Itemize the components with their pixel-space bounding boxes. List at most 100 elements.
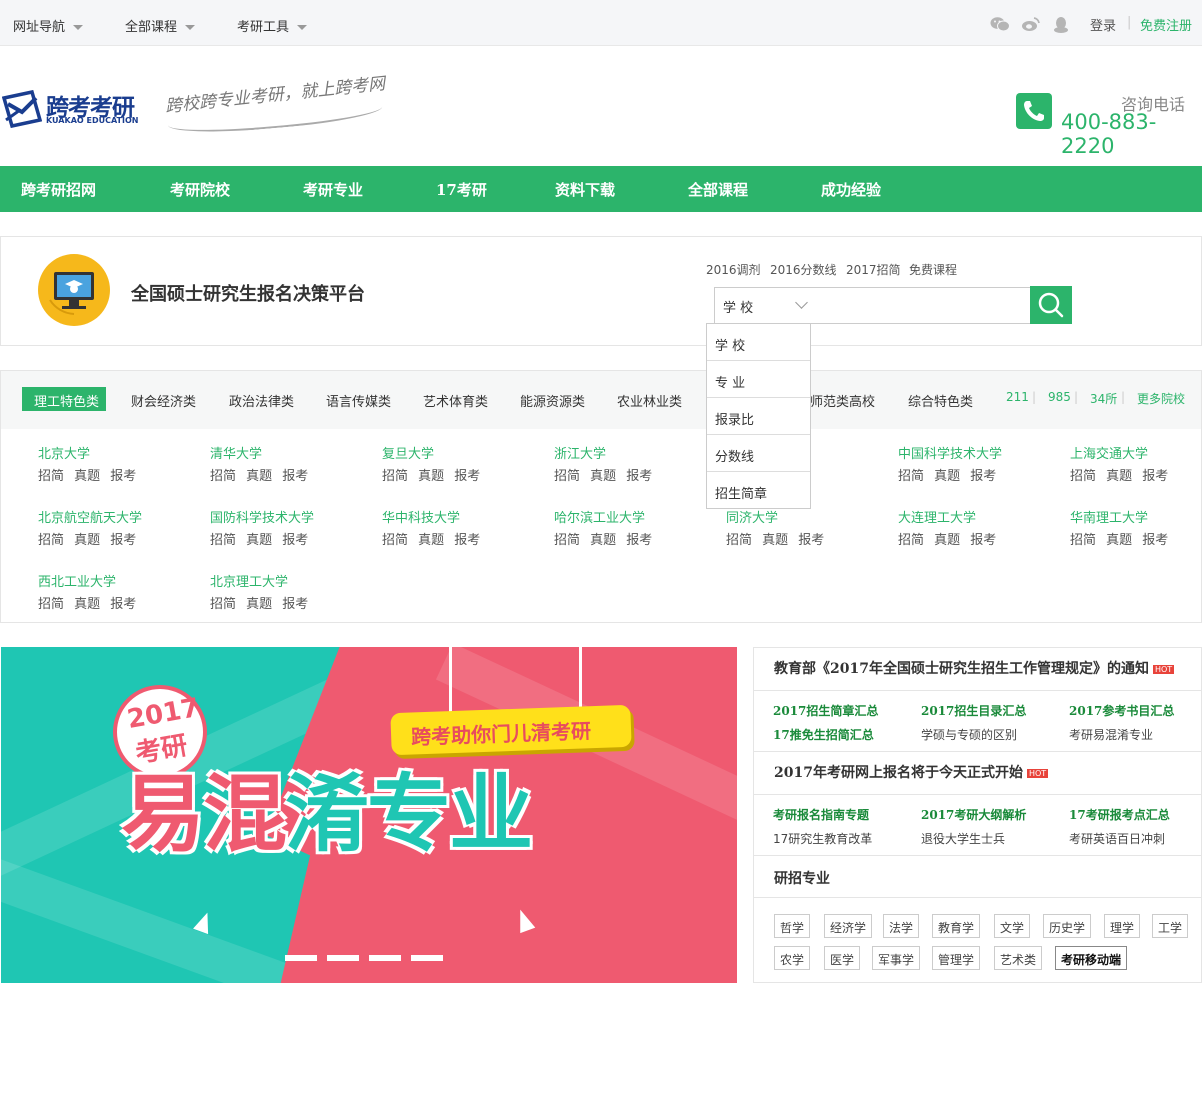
nav-17kaoyan[interactable]: 17考研: [436, 179, 487, 200]
link-211[interactable]: 211: [1006, 390, 1029, 404]
major-tag[interactable]: 军事学: [872, 946, 921, 970]
university-name[interactable]: 中国科学技术大学: [898, 443, 1002, 462]
news-headline-2[interactable]: 2017年考研网上报名将于今天正式开始 HOT: [774, 762, 1049, 782]
university-links[interactable]: 招简 真题 报考: [554, 465, 652, 484]
university-name[interactable]: 哈尔滨工业大学: [554, 507, 645, 526]
all-courses-menu[interactable]: 全部课程: [125, 16, 196, 35]
dropdown-option-scoreline[interactable]: 分数线: [707, 435, 810, 472]
major-tag[interactable]: 历史学: [1043, 914, 1092, 938]
wechat-icon[interactable]: [990, 16, 1010, 32]
tab-agriculture[interactable]: 农业林业类: [617, 391, 682, 410]
quick-link-tiaoji[interactable]: 2016调剂: [706, 261, 761, 278]
quick-link-zhaojian[interactable]: 2017招简: [846, 261, 901, 278]
major-tag[interactable]: 哲学: [774, 914, 811, 938]
carousel-dot[interactable]: [411, 955, 443, 961]
university-name[interactable]: 大连理工大学: [898, 507, 976, 526]
nav-all-courses[interactable]: 全部课程: [688, 179, 748, 200]
tab-finance[interactable]: 财会经济类: [131, 391, 196, 410]
university-links[interactable]: 招简 真题 报考: [38, 465, 136, 484]
mobile-link-tag[interactable]: 考研移动端: [1055, 946, 1128, 970]
carousel-dot[interactable]: [327, 955, 359, 961]
tab-law[interactable]: 政治法律类: [229, 391, 294, 410]
weibo-icon[interactable]: [1021, 16, 1040, 32]
tab-normal[interactable]: 师范类高校: [810, 391, 875, 410]
dropdown-option-school[interactable]: 学 校: [707, 324, 810, 361]
qq-icon[interactable]: [1052, 16, 1070, 33]
link-tuimian[interactable]: 17推免生招简汇总: [773, 726, 874, 743]
university-name[interactable]: 北京大学: [38, 443, 90, 462]
major-tag[interactable]: 工学: [1152, 914, 1189, 938]
link-catalog-summary[interactable]: 2017招生目录汇总: [921, 702, 1026, 719]
major-tag[interactable]: 经济学: [824, 914, 873, 938]
search-button[interactable]: [1030, 286, 1072, 324]
link-confusing-majors[interactable]: 考研易混淆专业: [1069, 726, 1153, 743]
major-tag[interactable]: 艺术类: [994, 946, 1043, 970]
register-link[interactable]: 免费注册: [1140, 15, 1192, 34]
carousel-dot[interactable]: [369, 955, 401, 961]
link-reference-books[interactable]: 2017参考书目汇总: [1069, 702, 1174, 719]
university-links[interactable]: 招简 真题 报考: [38, 529, 136, 548]
major-tag[interactable]: 教育学: [932, 914, 981, 938]
link-signup-guide[interactable]: 考研报名指南专题: [773, 806, 869, 823]
major-tag[interactable]: 管理学: [932, 946, 981, 970]
university-links[interactable]: 招简 真题 报考: [382, 529, 480, 548]
nav-downloads[interactable]: 资料下载: [555, 179, 615, 200]
university-links[interactable]: 招简 真题 报考: [1070, 529, 1168, 548]
university-name[interactable]: 北京航空航天大学: [38, 507, 142, 526]
site-nav-menu[interactable]: 网址导航: [13, 16, 84, 35]
university-name[interactable]: 同济大学: [726, 507, 778, 526]
quick-link-scoreline[interactable]: 2016分数线: [770, 261, 837, 278]
major-tag[interactable]: 医学: [824, 946, 861, 970]
tab-energy[interactable]: 能源资源类: [520, 391, 585, 410]
university-links[interactable]: 招简 真题 报考: [554, 529, 652, 548]
link-brochure-summary[interactable]: 2017招生简章汇总: [773, 702, 878, 719]
nav-majors[interactable]: 考研专业: [303, 179, 363, 200]
university-links[interactable]: 招简 真题 报考: [726, 529, 824, 548]
link-veterans[interactable]: 退役大学生士兵: [921, 830, 1005, 847]
link-exam-sites[interactable]: 17考研报考点汇总: [1069, 806, 1170, 823]
university-name[interactable]: 华中科技大学: [382, 507, 460, 526]
university-links[interactable]: 招简 真题 报考: [210, 593, 308, 612]
quick-link-free-course[interactable]: 免费课程: [909, 261, 957, 278]
dropdown-option-ratio[interactable]: 报录比: [707, 398, 810, 435]
university-name[interactable]: 清华大学: [210, 443, 262, 462]
nav-kuakao[interactable]: 跨考研招网: [21, 179, 96, 200]
university-links[interactable]: 招简 真题 报考: [898, 465, 996, 484]
university-links[interactable]: 招简 真题 报考: [382, 465, 480, 484]
link-34[interactable]: 34所: [1090, 390, 1117, 407]
link-reform[interactable]: 17研究生教育改革: [773, 830, 872, 847]
tab-arts[interactable]: 艺术体育类: [423, 391, 488, 410]
university-links[interactable]: 招简 真题 报考: [1070, 465, 1168, 484]
university-name[interactable]: 西北工业大学: [38, 571, 116, 590]
major-tag[interactable]: 文学: [994, 914, 1031, 938]
university-links[interactable]: 招简 真题 报考: [210, 465, 308, 484]
university-name[interactable]: 复旦大学: [382, 443, 434, 462]
carousel-dot[interactable]: [285, 955, 317, 961]
link-more-schools[interactable]: 更多院校: [1137, 390, 1185, 407]
tab-media[interactable]: 语言传媒类: [326, 391, 391, 410]
university-name[interactable]: 华南理工大学: [1070, 507, 1148, 526]
logo-mark-icon[interactable]: [1, 89, 43, 129]
tab-engineering[interactable]: 理工特色类: [22, 387, 106, 411]
link-xueshuo-zhuanshuo[interactable]: 学硕与专硕的区别: [921, 726, 1017, 743]
nav-schools[interactable]: 考研院校: [170, 179, 230, 200]
university-links[interactable]: 招简 真题 报考: [898, 529, 996, 548]
university-name[interactable]: 北京理工大学: [210, 571, 288, 590]
university-name[interactable]: 上海交通大学: [1070, 443, 1148, 462]
search-input[interactable]: [818, 287, 1031, 324]
link-english-100days[interactable]: 考研英语百日冲刺: [1069, 830, 1165, 847]
news-headline-1[interactable]: 教育部《2017年全国硕士研究生招生工作管理规定》的通知 HOT: [774, 658, 1175, 678]
login-link[interactable]: 登录: [1090, 15, 1116, 34]
major-tag[interactable]: 农学: [774, 946, 811, 970]
university-name[interactable]: 国防科学技术大学: [210, 507, 314, 526]
major-tag[interactable]: 理学: [1104, 914, 1141, 938]
university-links[interactable]: 招简 真题 报考: [38, 593, 136, 612]
tab-comprehensive[interactable]: 综合特色类: [908, 391, 973, 410]
major-tag[interactable]: 法学: [883, 914, 920, 938]
dropdown-option-brochure[interactable]: 招生简章: [707, 472, 810, 509]
dropdown-option-major[interactable]: 专 业: [707, 361, 810, 398]
link-985[interactable]: 985: [1048, 390, 1071, 404]
university-name[interactable]: 浙江大学: [554, 443, 606, 462]
university-links[interactable]: 招简 真题 报考: [210, 529, 308, 548]
promo-banner[interactable]: 2017 考研 跨考助你门儿清考研 易混淆专业: [1, 647, 737, 983]
